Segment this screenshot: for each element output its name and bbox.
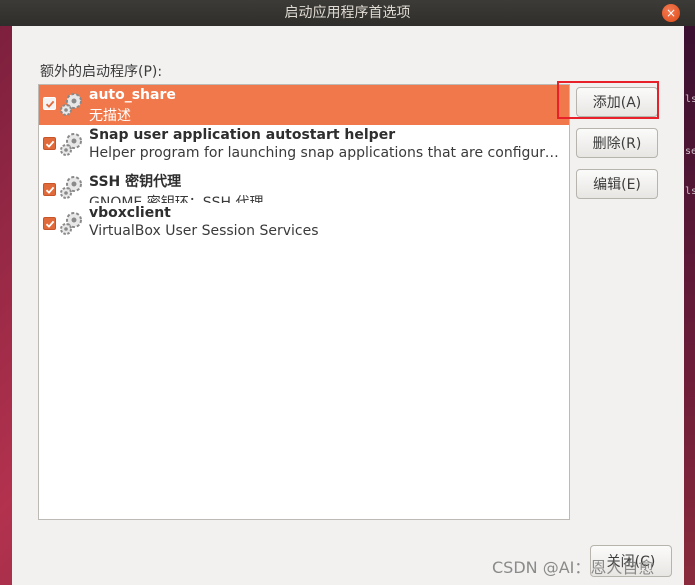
checkmark-icon [45,220,55,228]
background-text: ls [685,94,695,105]
highlight-annotation [557,81,659,119]
background-text: se [685,146,695,157]
item-description: Helper program for launching snap applic… [89,145,563,161]
startup-preferences-dialog: 额外的启动程序(P): auto_share 无描述 Snap user app… [12,26,684,585]
item-name: vboxclient [89,205,171,221]
gear-icon [60,176,82,199]
enable-checkbox[interactable] [43,183,56,196]
window-titlebar[interactable]: 启动应用程序首选项 × [0,0,695,26]
background-terminal-peek: ls se ls [684,26,695,585]
list-item[interactable]: vboxclient VirtualBox User Session Servi… [39,203,569,243]
item-description: VirtualBox User Session Services [89,223,319,239]
item-name: auto_share [89,87,176,103]
gear-icon [60,133,82,156]
gear-icon [60,93,82,116]
close-icon: × [665,6,677,20]
checkmark-icon [45,100,55,108]
enable-checkbox[interactable] [43,137,56,150]
watermark: CSDN @AI：恩人自愈 [492,558,655,577]
remove-button[interactable]: 删除(R) [576,128,658,158]
edit-button[interactable]: 编辑(E) [576,169,658,199]
section-label: 额外的启动程序(P): [40,64,163,80]
enable-checkbox[interactable] [43,97,56,110]
background-text: ls [685,186,695,197]
window-title: 启动应用程序首选项 [284,5,411,21]
window-close-button[interactable]: × [662,4,680,22]
checkmark-icon [45,186,55,194]
item-description: GNOME 密钥环：SSH 代理 [89,195,264,203]
startup-programs-list[interactable]: auto_share 无描述 Snap user application aut… [38,84,570,520]
checkmark-icon [45,140,55,148]
list-item[interactable]: Snap user application autostart helper H… [39,125,569,165]
enable-checkbox[interactable] [43,217,56,230]
gear-icon [60,212,82,235]
item-name: Snap user application autostart helper [89,127,396,143]
item-name: SSH 密钥代理 [89,174,182,190]
list-item[interactable]: auto_share 无描述 [39,85,569,125]
item-description: 无描述 [89,108,131,124]
list-item[interactable]: SSH 密钥代理 GNOME 密钥环：SSH 代理 [39,165,569,203]
